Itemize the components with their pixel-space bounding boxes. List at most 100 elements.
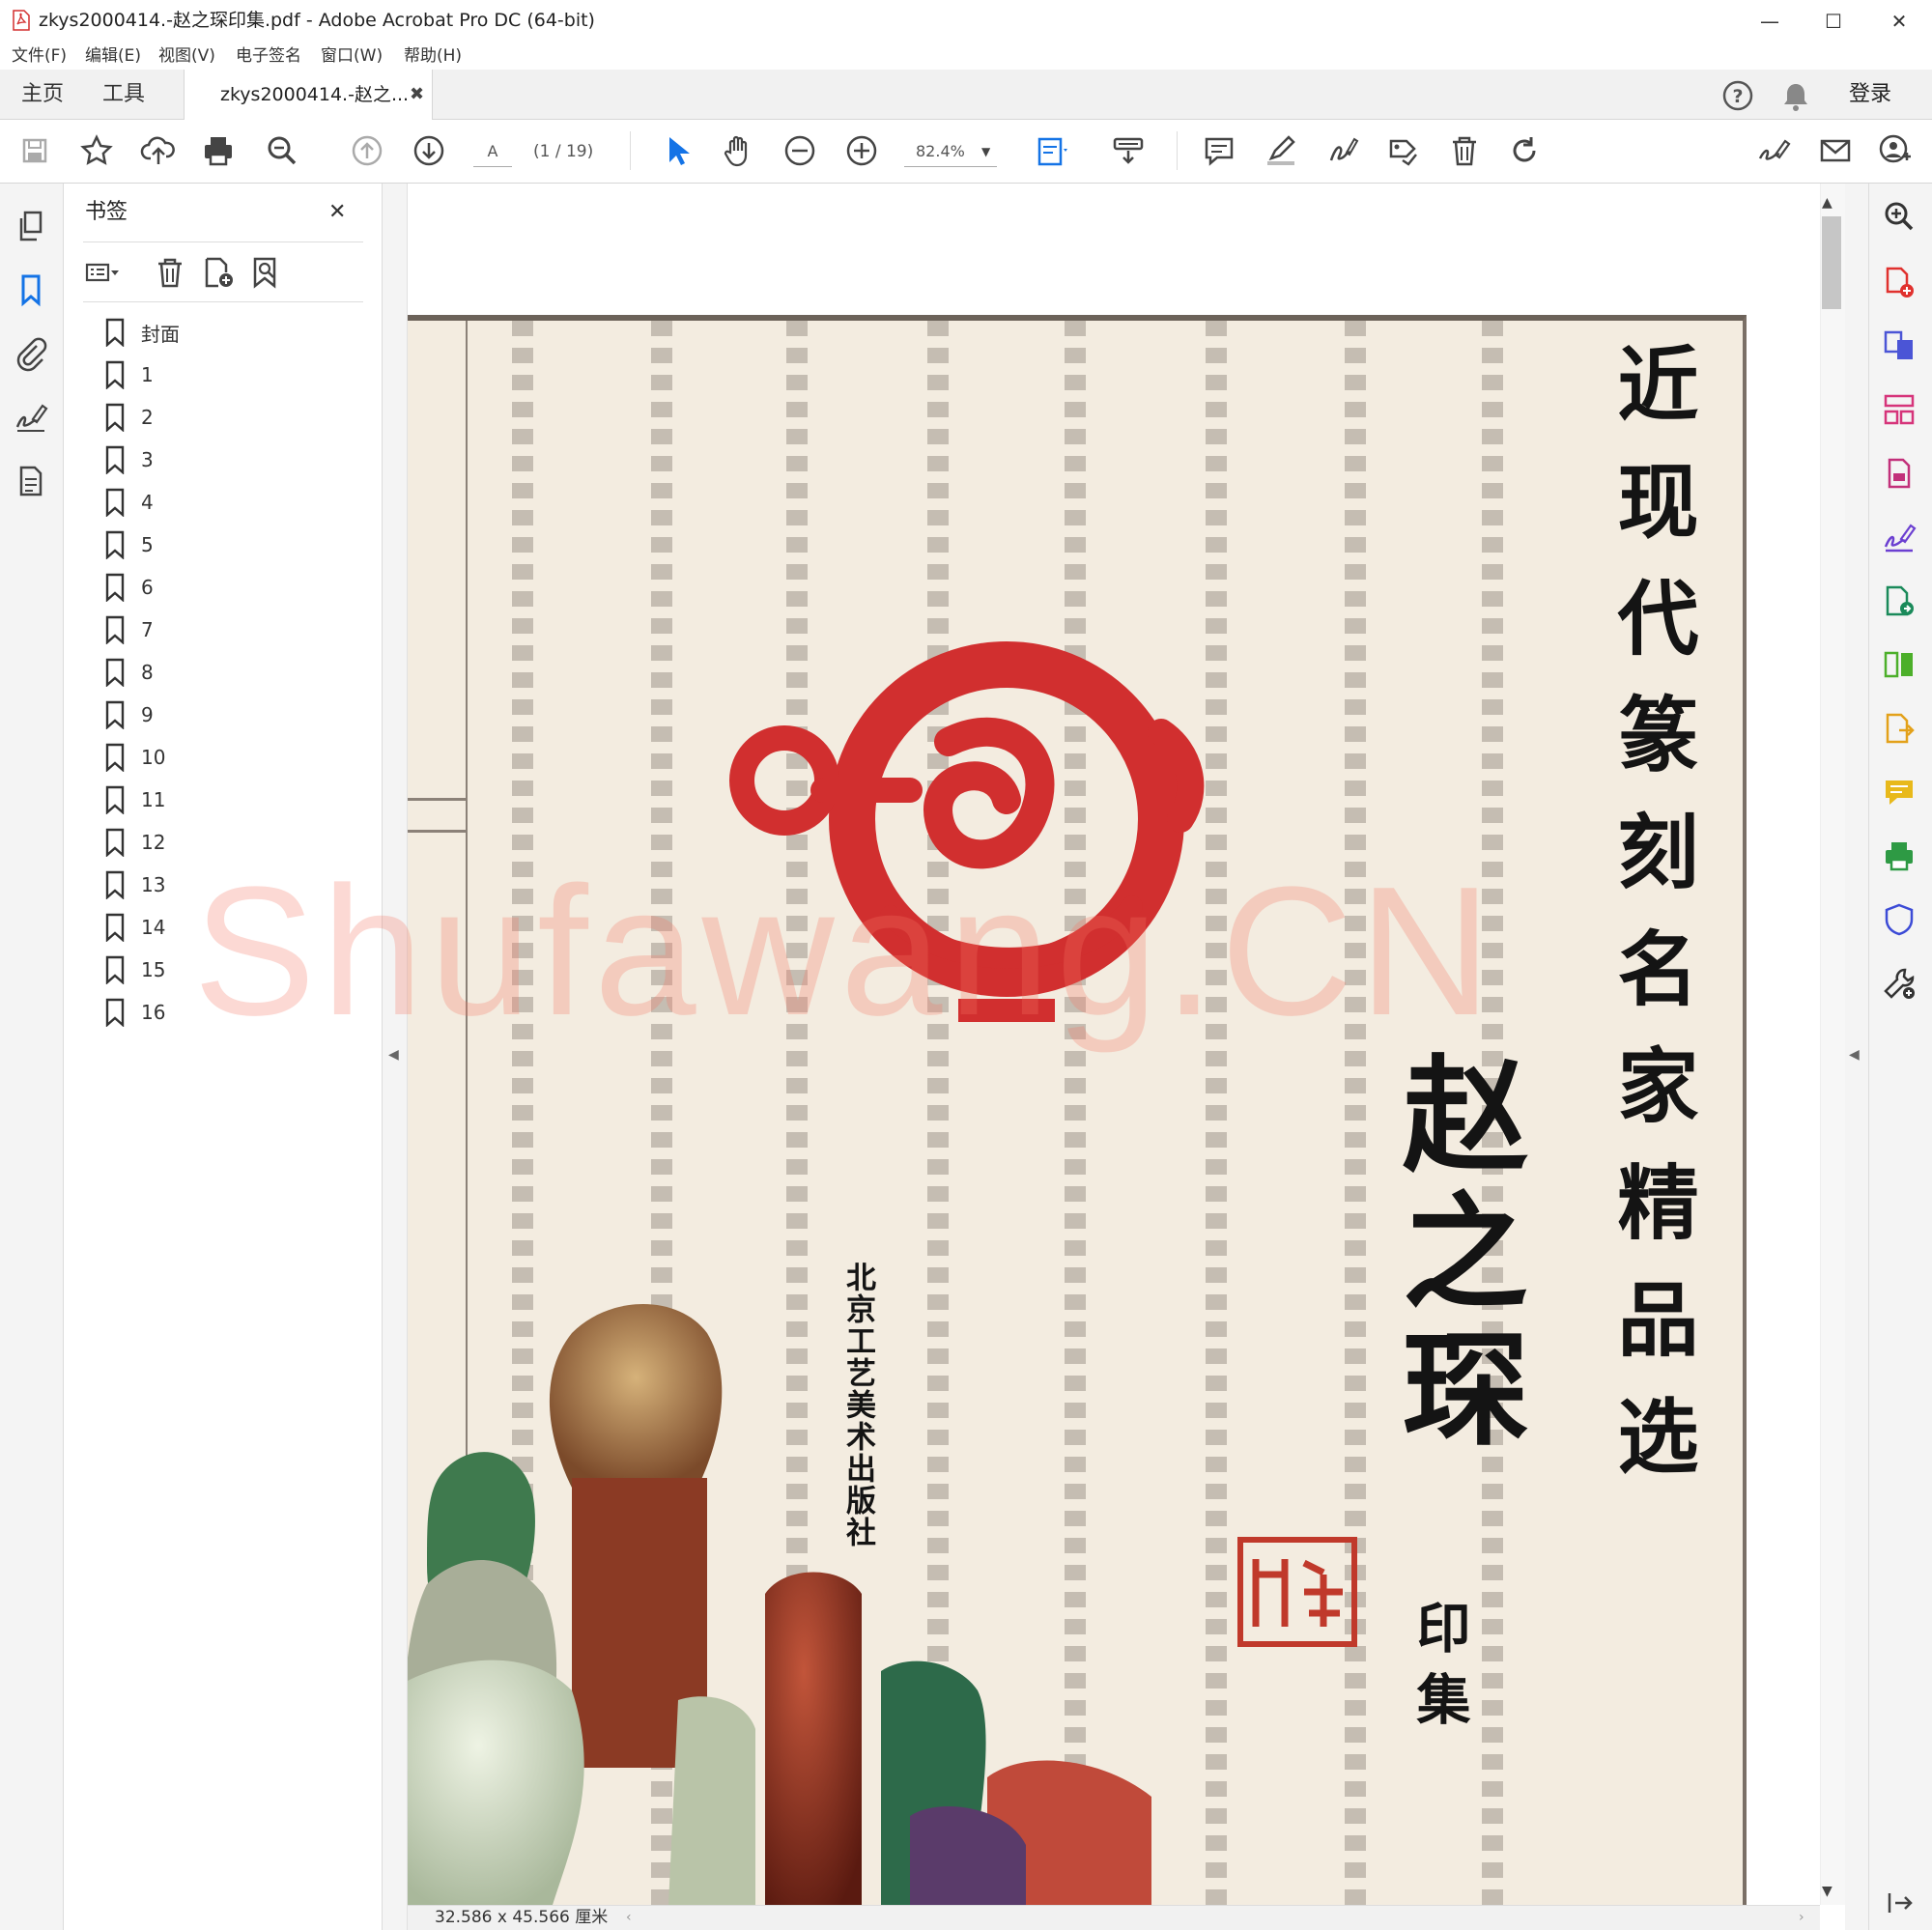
bookmark-icon (105, 318, 125, 347)
cloud-upload-icon[interactable] (139, 131, 178, 170)
sign-pen-icon[interactable] (1754, 131, 1793, 170)
page-content-icon[interactable] (12, 462, 50, 500)
add-comment-icon[interactable] (1880, 773, 1918, 811)
previous-page-icon[interactable] (348, 131, 386, 170)
left-navigation-rail (0, 184, 64, 1930)
bookmark-item[interactable]: 2 (104, 396, 355, 439)
fit-page-icon[interactable] (1034, 131, 1072, 170)
fill-sign-icon[interactable] (1323, 131, 1362, 170)
bookmark-options-icon[interactable] (83, 253, 122, 292)
print-icon[interactable] (199, 131, 238, 170)
bookmarks-panel-icon[interactable] (12, 270, 50, 309)
close-panel-button[interactable]: ✕ (328, 197, 346, 228)
edit-pdf-icon[interactable] (1880, 582, 1918, 620)
organize-pages-icon[interactable] (1880, 390, 1918, 429)
tab-home[interactable]: 主页 (21, 79, 64, 110)
help-icon[interactable]: ? (1721, 79, 1754, 112)
tab-close-button[interactable]: ✖ (410, 81, 424, 108)
menu-edit[interactable]: 编辑(E) (85, 44, 141, 68)
zoom-level-value: 82.4% (916, 142, 965, 160)
search-zoom-icon[interactable] (1880, 197, 1918, 236)
bookmark-item[interactable]: 1 (104, 354, 355, 396)
minimize-button[interactable]: — (1739, 0, 1801, 43)
scroll-down-icon[interactable]: ▼ (1822, 1884, 1833, 1899)
scrollbar-thumb[interactable] (1822, 216, 1841, 309)
tab-tools[interactable]: 工具 (102, 79, 145, 110)
stamp-icon[interactable] (1383, 131, 1422, 170)
close-window-button[interactable]: ✕ (1868, 0, 1930, 43)
menu-view[interactable]: 视图(V) (158, 44, 215, 68)
login-button[interactable]: 登录 (1849, 79, 1891, 110)
select-cursor-icon[interactable] (657, 131, 696, 170)
fill-and-sign-icon[interactable] (1880, 518, 1918, 556)
page-size-label: 32.586 x 45.566 厘米 (435, 1908, 609, 1927)
bookmark-label: 14 (141, 916, 166, 939)
cover-publisher: 北京工艺美术出版社 (840, 1262, 875, 1548)
scroll-mode-icon[interactable] (1109, 131, 1148, 170)
bookmark-item[interactable]: 8 (104, 651, 355, 694)
more-tools-icon[interactable] (1880, 964, 1918, 1003)
vertical-scrollbar[interactable] (1820, 184, 1845, 1905)
cover-series-title: 近现代篆刻名家精品选 (1605, 342, 1700, 1511)
bookmark-label: 4 (141, 491, 154, 514)
protect-shield-icon[interactable] (1880, 900, 1918, 939)
bookmark-item[interactable]: 9 (104, 694, 355, 736)
next-page-icon[interactable] (410, 131, 448, 170)
delete-bookmark-icon[interactable] (151, 253, 189, 292)
bookmark-item[interactable]: 10 (104, 736, 355, 779)
signatures-icon[interactable] (12, 398, 50, 437)
attachments-paperclip-icon[interactable] (12, 334, 50, 373)
zoom-out-icon[interactable] (781, 131, 819, 170)
menu-help[interactable]: 帮助(H) (404, 44, 462, 68)
rotate-icon[interactable] (1505, 131, 1544, 170)
hand-tool-icon[interactable] (719, 131, 757, 170)
bookmark-item[interactable]: 4 (104, 481, 355, 524)
scroll-up-icon[interactable]: ▲ (1822, 195, 1833, 211)
create-pdf-icon[interactable] (1880, 263, 1918, 301)
collapse-right-icon[interactable]: ◀ (1849, 1047, 1860, 1063)
bookmark-label: 15 (141, 958, 166, 981)
save-icon[interactable] (15, 131, 54, 170)
menu-file[interactable]: 文件(F) (12, 44, 67, 68)
menu-window[interactable]: 窗口(W) (321, 44, 383, 68)
page-border-bars (408, 798, 466, 833)
delete-trash-icon[interactable] (1445, 131, 1484, 170)
combine-files-icon[interactable] (1880, 326, 1918, 365)
bookmark-item[interactable]: 11 (104, 779, 355, 821)
bookmark-icon (105, 615, 125, 644)
export-pdf-icon[interactable] (1880, 454, 1918, 493)
bookmark-item[interactable]: 封面 (104, 311, 355, 354)
toolbar-divider (1177, 131, 1178, 170)
page-number-input[interactable]: A (473, 137, 512, 167)
scroll-right-icon[interactable]: › (1799, 1905, 1804, 1930)
email-icon[interactable] (1816, 131, 1855, 170)
maximize-button[interactable]: ☐ (1803, 0, 1864, 43)
page-thumbnails-icon[interactable] (12, 207, 50, 245)
bookmark-item[interactable]: 7 (104, 609, 355, 651)
expand-panel-icon[interactable] (1880, 1884, 1918, 1922)
watermark-text: Shufawang.CN (193, 849, 1497, 1054)
export-file-icon[interactable] (1880, 709, 1918, 748)
notification-bell-icon[interactable] (1781, 81, 1810, 112)
new-bookmark-icon[interactable] (199, 253, 238, 292)
bookmark-item[interactable]: 6 (104, 566, 355, 609)
share-user-icon[interactable] (1876, 131, 1915, 170)
zoom-in-icon[interactable] (842, 131, 881, 170)
highlight-pen-icon[interactable] (1262, 131, 1300, 170)
bookmark-icon (105, 573, 125, 602)
print-production-icon[interactable] (1880, 837, 1918, 875)
bookmark-label: 3 (141, 448, 154, 471)
bookmark-star-icon[interactable] (77, 131, 116, 170)
compare-files-icon[interactable] (1880, 645, 1918, 684)
find-bookmark-icon[interactable] (247, 253, 286, 292)
menu-e-signature[interactable]: 电子签名 (236, 44, 301, 68)
bookmark-label: 2 (141, 406, 154, 429)
comment-icon[interactable] (1200, 131, 1238, 170)
zoom-search-icon[interactable] (263, 131, 301, 170)
bookmark-item[interactable]: 3 (104, 439, 355, 481)
scroll-left-icon[interactable]: ‹ (626, 1905, 632, 1930)
bookmark-icon (105, 785, 125, 814)
bookmark-label: 5 (141, 533, 154, 556)
chevron-down-icon[interactable]: ▼ (981, 137, 990, 166)
bookmark-item[interactable]: 5 (104, 524, 355, 566)
